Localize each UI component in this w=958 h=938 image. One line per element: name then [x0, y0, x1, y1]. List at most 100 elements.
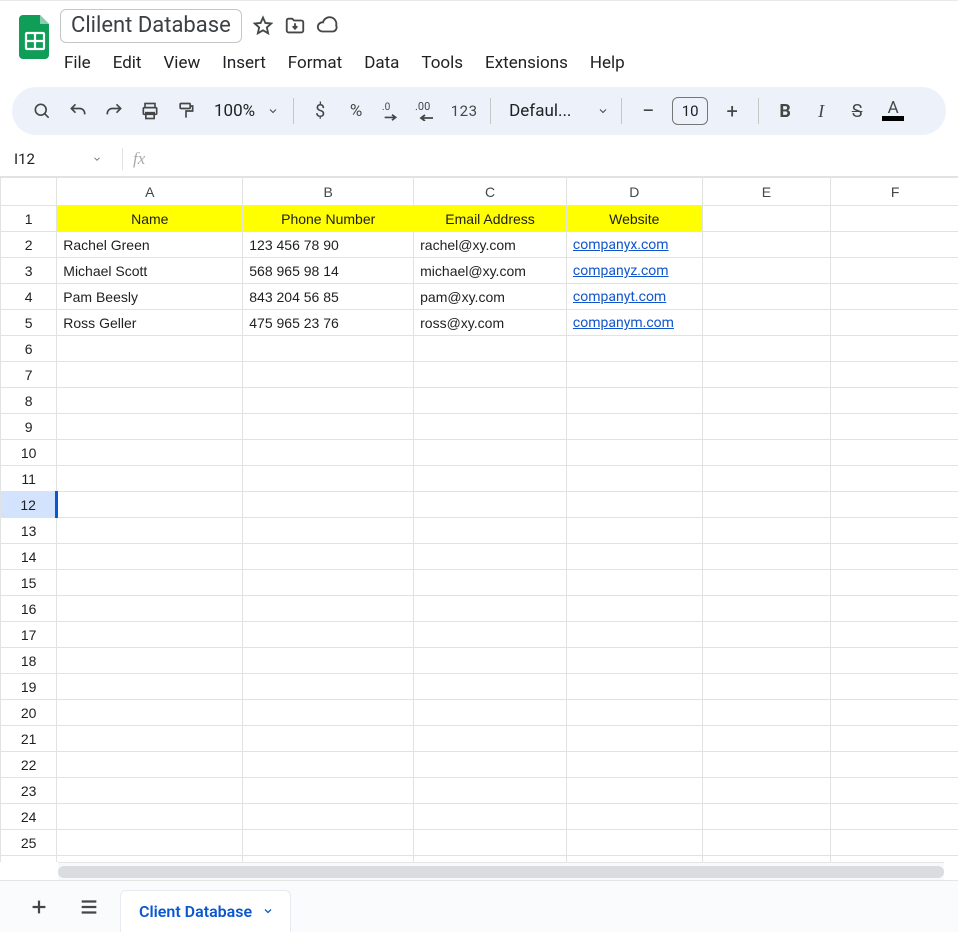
cell[interactable]: [57, 414, 243, 440]
cell[interactable]: [243, 778, 414, 804]
cell[interactable]: [566, 336, 702, 362]
percent-button[interactable]: %: [340, 95, 372, 127]
cell[interactable]: [57, 622, 243, 648]
cell[interactable]: [702, 284, 831, 310]
cell[interactable]: [243, 336, 414, 362]
cell[interactable]: [702, 206, 831, 232]
cloud-status-icon[interactable]: [316, 15, 338, 37]
cell[interactable]: [243, 362, 414, 388]
cell[interactable]: [566, 570, 702, 596]
cell[interactable]: [831, 622, 958, 648]
cell[interactable]: companym.com: [566, 310, 702, 336]
strikethrough-button[interactable]: S: [841, 95, 873, 127]
cell[interactable]: michael@xy.com: [414, 258, 567, 284]
cell[interactable]: [566, 674, 702, 700]
cell[interactable]: [414, 570, 567, 596]
cell[interactable]: [243, 726, 414, 752]
cell[interactable]: Email Address: [414, 206, 567, 232]
cell[interactable]: [414, 466, 567, 492]
cell[interactable]: [414, 648, 567, 674]
cell[interactable]: [566, 726, 702, 752]
cell[interactable]: [243, 440, 414, 466]
menu-insert[interactable]: Insert: [212, 47, 276, 79]
cell[interactable]: [702, 518, 831, 544]
cell[interactable]: [243, 752, 414, 778]
col-header-F[interactable]: F: [831, 178, 958, 206]
name-box[interactable]: I12: [0, 150, 112, 168]
cell[interactable]: [566, 466, 702, 492]
cell[interactable]: [831, 440, 958, 466]
menu-data[interactable]: Data: [354, 47, 409, 79]
row-header[interactable]: 13: [1, 518, 57, 544]
cell[interactable]: [57, 674, 243, 700]
cell[interactable]: [831, 336, 958, 362]
cell[interactable]: [566, 492, 702, 518]
sheets-logo[interactable]: [12, 9, 60, 59]
font-dropdown[interactable]: Defaul...: [501, 95, 611, 127]
cell[interactable]: [414, 830, 567, 856]
cell[interactable]: [831, 544, 958, 570]
cell[interactable]: [566, 596, 702, 622]
cell[interactable]: [831, 726, 958, 752]
cell[interactable]: [831, 648, 958, 674]
increase-decimal-button[interactable]: .00: [412, 95, 444, 127]
cell[interactable]: [57, 648, 243, 674]
cell[interactable]: companyx.com: [566, 232, 702, 258]
cell[interactable]: [702, 414, 831, 440]
row-header[interactable]: 8: [1, 388, 57, 414]
cell[interactable]: [243, 544, 414, 570]
cell[interactable]: [414, 726, 567, 752]
cell[interactable]: [566, 778, 702, 804]
spreadsheet-grid[interactable]: A B C D E F 1NamePhone NumberEmail Addre…: [0, 177, 958, 862]
cell[interactable]: [57, 830, 243, 856]
print-button[interactable]: [134, 95, 166, 127]
star-icon[interactable]: [252, 15, 274, 37]
menu-tools[interactable]: Tools: [411, 47, 473, 79]
all-sheets-button[interactable]: [70, 888, 108, 926]
cell[interactable]: [702, 466, 831, 492]
cell[interactable]: Name: [57, 206, 243, 232]
cell[interactable]: [831, 310, 958, 336]
formula-input[interactable]: [145, 145, 958, 172]
cell[interactable]: [831, 284, 958, 310]
row-header[interactable]: 21: [1, 726, 57, 752]
cell[interactable]: pam@xy.com: [414, 284, 567, 310]
col-header-E[interactable]: E: [702, 178, 831, 206]
select-all-corner[interactable]: [1, 178, 57, 206]
row-header[interactable]: 20: [1, 700, 57, 726]
cell[interactable]: [57, 336, 243, 362]
cell[interactable]: [831, 830, 958, 856]
cell[interactable]: [414, 336, 567, 362]
cell[interactable]: [702, 804, 831, 830]
cell[interactable]: [414, 622, 567, 648]
cell[interactable]: [414, 752, 567, 778]
cell[interactable]: [57, 440, 243, 466]
row-header[interactable]: 16: [1, 596, 57, 622]
zoom-dropdown[interactable]: 100%: [206, 95, 283, 127]
cell[interactable]: [566, 440, 702, 466]
cell[interactable]: companyt.com: [566, 284, 702, 310]
cell[interactable]: [243, 414, 414, 440]
cell[interactable]: 843 204 56 85: [243, 284, 414, 310]
cell[interactable]: [57, 778, 243, 804]
paint-format-button[interactable]: [170, 95, 202, 127]
cell[interactable]: [831, 466, 958, 492]
cell[interactable]: [702, 570, 831, 596]
cell[interactable]: [414, 362, 567, 388]
cell[interactable]: [243, 622, 414, 648]
row-header[interactable]: 18: [1, 648, 57, 674]
add-sheet-button[interactable]: [20, 888, 58, 926]
decrease-font-size-button[interactable]: −: [632, 95, 664, 127]
col-header-A[interactable]: A: [57, 178, 243, 206]
cell[interactable]: [243, 492, 414, 518]
cell[interactable]: [243, 700, 414, 726]
cell[interactable]: [243, 648, 414, 674]
search-icon[interactable]: [26, 95, 58, 127]
website-link[interactable]: companyz.com: [573, 263, 669, 279]
cell[interactable]: [57, 466, 243, 492]
cell[interactable]: [831, 778, 958, 804]
row-header[interactable]: 4: [1, 284, 57, 310]
cell[interactable]: [702, 362, 831, 388]
cell[interactable]: [831, 388, 958, 414]
cell[interactable]: [243, 388, 414, 414]
